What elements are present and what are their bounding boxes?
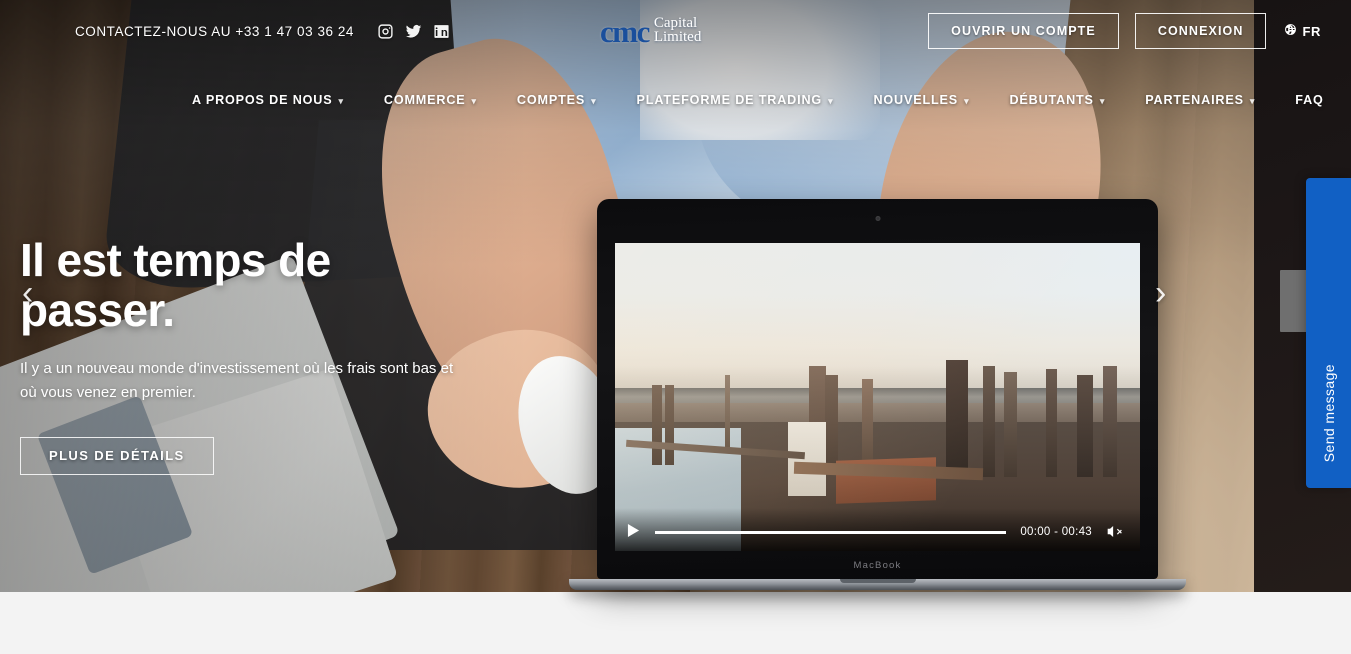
nav-item-plateforme-de-trading[interactable]: PLATEFORME DE TRADING ▾: [637, 93, 834, 107]
play-icon[interactable]: [627, 524, 643, 540]
nav-item-debutants[interactable]: DÉBUTANTS ▾: [1009, 93, 1105, 107]
language-label: FR: [1302, 23, 1321, 39]
nav-label: PLATEFORME DE TRADING: [636, 93, 823, 107]
hero-title: Il est temps de passer.: [20, 234, 331, 337]
nav-item-a-propos-de-nous[interactable]: A PROPOS DE NOUS ▾: [192, 93, 344, 107]
video-player[interactable]: 00:00 - 00:43: [615, 243, 1140, 551]
carousel-prev-arrow[interactable]: ‹: [22, 276, 33, 310]
macbook-mockup: 00:00 - 00:43 MacBook: [569, 199, 1186, 590]
chevron-down-icon: ▾: [828, 95, 834, 106]
chevron-down-icon: ▾: [591, 95, 597, 106]
chevron-down-icon: ▾: [964, 95, 970, 106]
login-button[interactable]: CONNEXION: [1134, 13, 1267, 49]
main-navigation: A PROPOS DE NOUS ▾ COMMERCE ▾ COMPTES ▾ …: [0, 84, 1323, 116]
open-account-button[interactable]: OUVRIR UN COMPTE: [928, 13, 1119, 49]
chevron-down-icon: ▾: [1249, 95, 1256, 106]
nav-item-nouvelles[interactable]: NOUVELLES ▾: [873, 93, 969, 107]
nav-item-faq[interactable]: FAQ: [1295, 93, 1323, 107]
contact-phone-text: CONTACTEZ-NOUS AU +33 1 47 03 36 24: [75, 23, 354, 39]
hero-subtitle: Il y a un nouveau monde d'investissement…: [20, 360, 454, 402]
chevron-down-icon: ▾: [471, 95, 477, 106]
video-frame: [615, 243, 1140, 551]
video-warm-overlay: [615, 243, 1140, 551]
nav-label: FAQ: [1295, 93, 1324, 107]
hero-content: Il est temps de passer. Il y a un nouvea…: [20, 234, 580, 476]
macbook-notch: [839, 579, 916, 583]
video-progress-bar[interactable]: [655, 530, 1007, 534]
webcam-icon: [875, 216, 880, 221]
nav-label: COMMERCE: [383, 93, 466, 107]
chevron-down-icon: ▾: [1099, 95, 1106, 106]
macbook-brand-label: MacBook: [853, 560, 902, 571]
macbook-base: [569, 579, 1186, 590]
below-hero-section: [0, 592, 1351, 654]
video-progress-fill: [655, 530, 1007, 534]
globe-icon: [1284, 23, 1297, 39]
language-selector[interactable]: FR: [1284, 23, 1321, 39]
carousel-next-arrow[interactable]: ›: [1155, 276, 1166, 310]
top-actions: OUVRIR UN COMPTE CONNEXION FR: [928, 13, 1351, 49]
nav-label: A PROPOS DE NOUS: [192, 93, 333, 107]
logo-line2: Limited: [653, 29, 702, 45]
video-time-display: 00:00 - 00:43: [1020, 526, 1092, 538]
nav-item-partenaires[interactable]: PARTENAIRES ▾: [1145, 93, 1255, 107]
hero-cta-button[interactable]: PLUS DE DÉTAILS: [20, 437, 214, 476]
logo-mark: cmc: [600, 13, 650, 49]
video-controls: 00:00 - 00:43: [615, 513, 1140, 551]
send-message-tab[interactable]: Send message: [1306, 178, 1351, 488]
twitter-icon[interactable]: [404, 22, 423, 41]
macbook-lid: 00:00 - 00:43 MacBook: [597, 199, 1158, 579]
nav-item-comptes[interactable]: COMPTES ▾: [517, 93, 597, 107]
nav-label: DÉBUTANTS: [1009, 93, 1094, 107]
nav-label: COMPTES: [516, 93, 586, 107]
chevron-down-icon: ▾: [338, 95, 344, 106]
social-links: [376, 22, 451, 41]
site-logo[interactable]: cmc Capital Limited: [600, 10, 770, 52]
muted-speaker-icon[interactable]: [1106, 524, 1124, 540]
instagram-icon[interactable]: [376, 22, 395, 41]
linkedin-icon[interactable]: [432, 22, 451, 41]
top-bar: CONTACTEZ-NOUS AU +33 1 47 03 36 24 cmc …: [0, 0, 1351, 62]
nav-item-commerce[interactable]: COMMERCE ▾: [384, 93, 477, 107]
nav-label: NOUVELLES: [873, 93, 959, 107]
send-message-label: Send message: [1320, 363, 1337, 462]
nav-label: PARTENAIRES: [1145, 93, 1244, 107]
